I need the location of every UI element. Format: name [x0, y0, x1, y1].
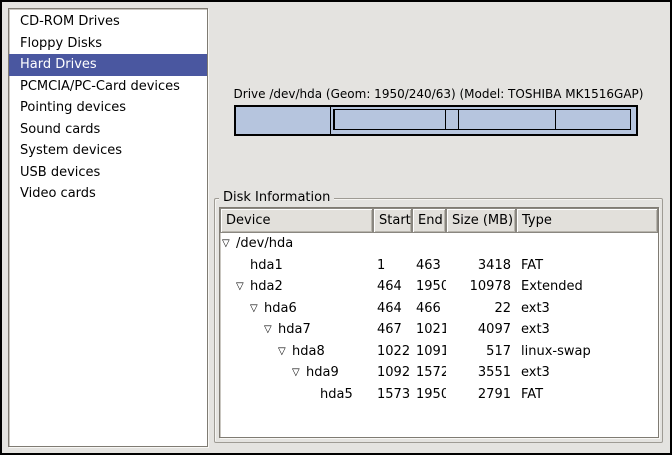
column-header-end[interactable]: End: [412, 208, 446, 233]
size-cell: 2791: [446, 384, 516, 406]
partition-segment-extended: [331, 107, 636, 134]
partition-segment-hda9: [458, 109, 555, 130]
size-cell: 10978: [446, 276, 516, 298]
start-cell: 1092: [373, 362, 412, 384]
device-cell: hda1: [220, 255, 373, 277]
tree-indent: [222, 286, 236, 287]
end-cell: 1950: [412, 276, 446, 298]
tree-indent: [222, 308, 250, 309]
start-cell: 464: [373, 298, 412, 320]
groupbox-label: Disk Information: [219, 190, 334, 205]
device-cell: ▽hda2: [220, 276, 373, 298]
table-row[interactable]: ▽hda2464195010978Extended: [220, 276, 658, 298]
end-cell: 1950: [412, 384, 446, 406]
size-cell: 517: [446, 341, 516, 363]
device-cell: ▽/dev/hda: [220, 233, 373, 255]
device-label: /dev/hda: [236, 233, 293, 255]
partition-segment-hda8: [445, 109, 459, 130]
sidebar-item[interactable]: Sound cards: [9, 119, 207, 141]
table-header-row: DeviceStartEndSize (MB)Type: [220, 208, 658, 233]
sidebar-item[interactable]: Floppy Disks: [9, 33, 207, 55]
device-cell: hda5: [220, 384, 373, 406]
size-cell: 3418: [446, 255, 516, 277]
partition-bar: [234, 105, 638, 136]
device-label: hda7: [278, 319, 311, 341]
drive-title: Drive /dev/hda (Geom: 1950/240/63) (Mode…: [214, 87, 663, 101]
end-cell: 1021: [412, 319, 446, 341]
partition-segment-hda5: [555, 109, 632, 130]
disk-information-groupbox: Disk Information DeviceStartEndSize (MB)…: [214, 198, 663, 443]
end-cell: 1572: [412, 362, 446, 384]
tree-indent: [222, 265, 236, 266]
device-label: hda1: [250, 255, 283, 277]
tree-indent: [222, 372, 292, 373]
end-cell: 466: [412, 298, 446, 320]
sidebar-item[interactable]: Video cards: [9, 183, 207, 205]
start-cell: 464: [373, 276, 412, 298]
end-cell: [412, 233, 446, 255]
sidebar-item[interactable]: System devices: [9, 140, 207, 162]
sidebar-list: CD-ROM DrivesFloppy DisksHard DrivesPCMC…: [8, 8, 208, 447]
device-label: hda9: [306, 362, 339, 384]
start-cell: 1022: [373, 341, 412, 363]
table-row[interactable]: ▽hda9109215723551ext3: [220, 362, 658, 384]
device-label: hda5: [320, 384, 353, 406]
partition-segment-primary: [236, 107, 331, 134]
expander-open-icon[interactable]: ▽: [222, 233, 236, 255]
column-header-size-mb[interactable]: Size (MB): [446, 208, 516, 233]
sidebar-item[interactable]: USB devices: [9, 162, 207, 184]
size-cell: [446, 233, 516, 255]
type-cell: FAT: [516, 255, 658, 277]
size-cell: 4097: [446, 319, 516, 341]
table-row[interactable]: hda1 14633418FAT: [220, 255, 658, 277]
device-cell: ▽hda6: [220, 298, 373, 320]
device-cell: ▽hda8: [220, 341, 373, 363]
partition-segment-hda7: [334, 109, 446, 130]
type-cell: ext3: [516, 362, 658, 384]
type-cell: Extended: [516, 276, 658, 298]
disk-table: DeviceStartEndSize (MB)Type ▽/dev/hdahda…: [219, 207, 659, 438]
device-label: hda6: [264, 298, 297, 320]
type-cell: FAT: [516, 384, 658, 406]
start-cell: 467: [373, 319, 412, 341]
table-row[interactable]: ▽/dev/hda: [220, 233, 658, 255]
sidebar-item[interactable]: Hard Drives: [9, 54, 207, 76]
device-label: hda8: [292, 341, 325, 363]
type-cell: ext3: [516, 319, 658, 341]
size-cell: 22: [446, 298, 516, 320]
expander-open-icon[interactable]: ▽: [250, 298, 264, 320]
tree-indent: [222, 394, 306, 395]
expander-open-icon[interactable]: ▽: [236, 276, 250, 298]
type-cell: linux-swap: [516, 341, 658, 363]
start-cell: 1: [373, 255, 412, 277]
tree-indent: [222, 351, 278, 352]
type-cell: ext3: [516, 298, 658, 320]
device-cell: ▽hda7: [220, 319, 373, 341]
sidebar-item[interactable]: Pointing devices: [9, 97, 207, 119]
device-label: hda2: [250, 276, 283, 298]
drive-panel: Drive /dev/hda (Geom: 1950/240/63) (Mode…: [214, 2, 666, 453]
column-header-start[interactable]: Start: [373, 208, 412, 233]
end-cell: 463: [412, 255, 446, 277]
device-cell: ▽hda9: [220, 362, 373, 384]
start-cell: [373, 233, 412, 255]
expander-open-icon[interactable]: ▽: [292, 362, 306, 384]
expander-open-icon[interactable]: ▽: [264, 319, 278, 341]
table-row[interactable]: ▽hda646446622ext3: [220, 298, 658, 320]
end-cell: 1091: [412, 341, 446, 363]
hardware-browser-window: CD-ROM DrivesFloppy DisksHard DrivesPCMC…: [0, 0, 672, 455]
column-header-type[interactable]: Type: [516, 208, 658, 233]
sidebar-item[interactable]: PCMCIA/PC-Card devices: [9, 76, 207, 98]
size-cell: 3551: [446, 362, 516, 384]
table-row[interactable]: hda5 157319502791FAT: [220, 384, 658, 406]
column-header-device[interactable]: Device: [220, 208, 373, 233]
sidebar-item[interactable]: CD-ROM Drives: [9, 11, 207, 33]
tree-indent: [222, 329, 264, 330]
table-row[interactable]: ▽hda810221091517linux-swap: [220, 341, 658, 363]
expander-open-icon[interactable]: ▽: [278, 341, 292, 363]
start-cell: 1573: [373, 384, 412, 406]
table-body: ▽/dev/hdahda114633418FAT▽hda246419501097…: [220, 233, 658, 437]
type-cell: [516, 233, 658, 255]
table-row[interactable]: ▽hda746710214097ext3: [220, 319, 658, 341]
